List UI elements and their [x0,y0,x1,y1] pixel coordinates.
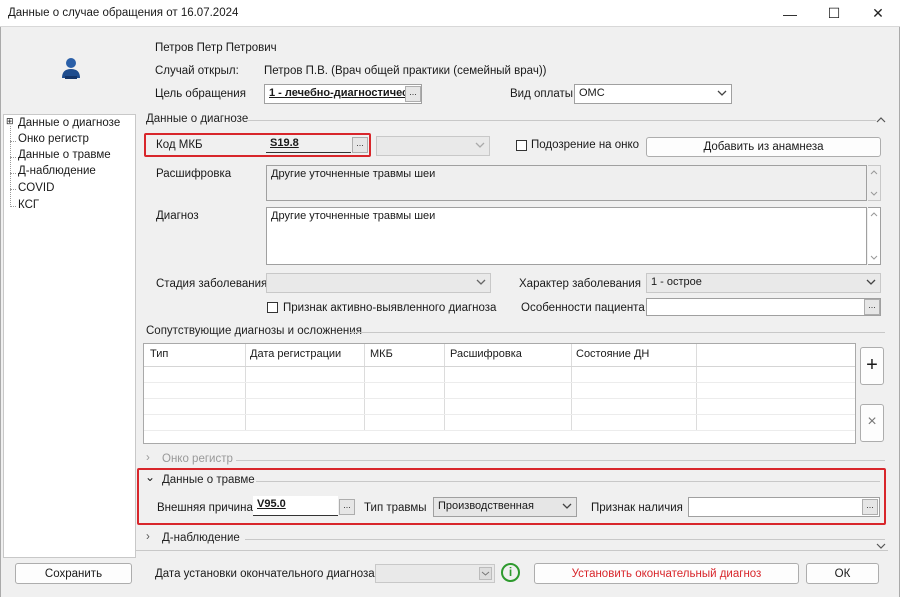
external-cause-field[interactable]: V95.0 [253,496,338,516]
decode-label: Расшифровка [156,168,232,180]
onko-group-header[interactable]: Онко регистр [162,453,233,465]
character-value: 1 - острое [651,276,702,288]
purpose-field[interactable]: 1 - лечебно-диагностическа [264,84,422,104]
title-bar: Данные о случае обращения от 16.07.2024 … [0,0,900,27]
maximize-button[interactable]: ☐ [812,0,856,27]
onko-checkbox[interactable] [516,140,527,151]
info-icon[interactable]: i [501,563,520,582]
character-label: Характер заболевания [519,278,642,290]
section-tree: ⊞ Данные о диагнозе Онко регистр Данные … [3,114,136,558]
calendar-dropdown-icon[interactable] [479,567,492,580]
diagnosis-group-header: Данные о диагнозе [146,113,249,125]
mkb-extra-select[interactable] [376,136,490,156]
onko-label: Подозрение на онко [531,139,640,151]
chevron-right-icon[interactable]: › [146,531,150,543]
chevron-down-icon[interactable]: ⌄ [145,470,155,484]
presence-label: Признак наличия [591,502,683,514]
active-diagnosis-label: Признак активно-выявленного диагноза [283,302,497,314]
case-opened-label: Случай открыл: [155,65,239,77]
user-icon [60,56,82,80]
chevron-down-icon [475,142,485,148]
decode-field: Другие уточненные травмы шеи [266,165,867,201]
presence-field[interactable] [688,497,880,517]
chevron-down-icon [866,279,876,285]
active-diagnosis-checkbox[interactable] [267,302,278,313]
col-header-type[interactable]: Тип [150,348,168,360]
related-group-header: Сопутствующие диагнозы и осложнения [146,325,362,337]
patient-name: Петров Петр Петрович [155,42,277,54]
payment-value: ОМС [579,87,605,99]
diagnosis-value: Другие уточненные травмы шеи [271,210,436,222]
window-title: Данные о случае обращения от 16.07.2024 [8,7,239,19]
purpose-value: 1 - лечебно-диагностическа [269,87,420,99]
chevron-down-icon [562,503,572,509]
tree-item-covid[interactable]: COVID [18,182,54,194]
final-date-field[interactable] [375,564,495,583]
minimize-button[interactable]: — [768,0,812,27]
chevron-down-icon [476,279,486,285]
presence-ellipsis-button[interactable]: ... [862,499,878,515]
features-ellipsis-button[interactable]: ... [864,299,880,315]
external-cause-value: V95.0 [257,498,286,510]
payment-label: Вид оплаты [510,88,574,100]
tree-expand-icon[interactable]: ⊞ [6,117,14,126]
trauma-type-value: Производственная [438,500,534,512]
tree-item-dn[interactable]: Д-наблюдение [18,165,96,177]
character-select[interactable]: 1 - острое [646,273,881,293]
payment-select[interactable]: ОМС [574,84,732,104]
purpose-label: Цель обращения [155,88,246,100]
features-field[interactable] [646,298,881,316]
stage-select[interactable] [266,273,491,293]
mkb-label: Код МКБ [156,139,203,151]
mkb-ellipsis-button[interactable]: ... [352,137,368,153]
features-label: Особенности пациента [521,302,645,314]
diagnosis-scrollbar[interactable] [868,207,881,265]
purpose-ellipsis-button[interactable]: ... [405,86,421,102]
final-date-label: Дата установки окончательного диагноза: [155,568,378,580]
case-opened-by: Петров П.В. (Врач общей практики (семейн… [264,65,547,77]
chevron-down-icon [717,90,727,96]
chevron-right-icon[interactable]: › [146,452,150,464]
stage-label: Стадия заболевания [156,278,268,290]
save-button[interactable]: Сохранить [15,563,132,584]
trauma-type-label: Тип травмы [364,502,427,514]
tree-item-onko[interactable]: Онко регистр [18,133,89,145]
tree-item-ksg[interactable]: КСГ [18,199,39,211]
chevron-down-icon[interactable] [876,542,886,550]
set-final-diagnosis-button[interactable]: Установить окончательный диагноз [534,563,799,584]
col-header-dn-state[interactable]: Состояние ДН [576,348,649,360]
add-from-anamnesis-button[interactable]: Добавить из анамнеза [646,137,881,157]
ok-button[interactable]: ОК [806,563,879,584]
external-cause-ellipsis-button[interactable]: ... [339,499,355,515]
chevron-up-icon[interactable] [876,116,886,124]
col-header-decode[interactable]: Расшифровка [450,348,522,360]
external-cause-label: Внешняя причина [157,502,253,514]
add-related-button[interactable]: + [860,347,884,385]
remove-related-button[interactable]: × [860,404,884,442]
dn-group-header[interactable]: Д-наблюдение [162,532,240,544]
col-header-mkb[interactable]: МКБ [370,348,393,360]
mkb-field[interactable]: S19.8 [266,135,351,153]
col-header-reg-date[interactable]: Дата регистрации [250,348,341,360]
trauma-group-header[interactable]: Данные о травме [162,474,255,486]
diagnosis-label: Диагноз [156,210,199,222]
related-diagnoses-table[interactable]: Тип Дата регистрации МКБ Расшифровка Сос… [143,343,856,444]
tree-item-trauma[interactable]: Данные о травме [18,149,111,161]
mkb-value: S19.8 [270,137,299,149]
close-button[interactable]: ✕ [856,0,900,27]
diagnosis-textarea[interactable]: Другие уточненные травмы шеи [266,207,867,265]
tree-item-diagnosis[interactable]: Данные о диагнозе [18,117,120,129]
decode-value: Другие уточненные травмы шеи [271,168,436,180]
decode-scrollbar[interactable] [868,165,881,201]
trauma-type-select[interactable]: Производственная [433,497,577,517]
